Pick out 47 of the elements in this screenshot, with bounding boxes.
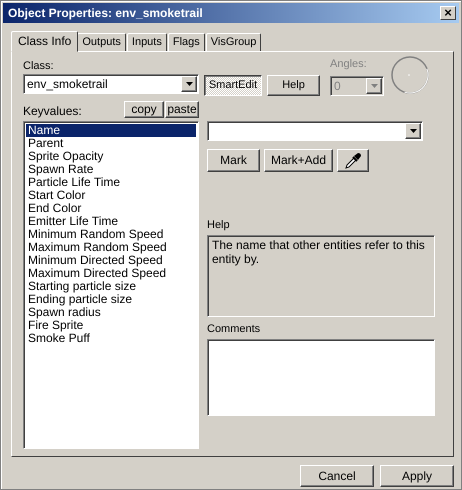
dialog-button[interactable]: Apply — [380, 465, 454, 487]
keyvalues-label: Keyvalues: — [23, 105, 82, 118]
window-title: Object Properties: env_smoketrail — [8, 6, 203, 20]
tab[interactable]: Outputs — [77, 33, 126, 51]
keyvalue-item[interactable]: Minimum Directed Speed — [26, 254, 196, 267]
keyvalue-item[interactable]: Name — [26, 124, 196, 137]
keyvalue-item[interactable]: Maximum Random Speed — [26, 241, 196, 254]
keyvalue-item[interactable]: Parent — [26, 137, 196, 150]
keyvalue-item[interactable]: Spawn radius — [26, 306, 196, 319]
paste-button[interactable]: paste — [165, 101, 199, 118]
caret-icon — [366, 78, 382, 94]
caret-icon — [181, 76, 197, 92]
keyvalue-item[interactable]: Sprite Opacity — [26, 150, 196, 163]
keyvalue-item[interactable]: Starting particle size — [26, 280, 196, 293]
keyvalue-item[interactable]: Particle Life Time — [26, 176, 196, 189]
class-label: Class: — [23, 60, 54, 72]
comments-field[interactable] — [207, 339, 435, 416]
tab[interactable]: VisGroup — [206, 33, 262, 51]
eyedropper-icon — [344, 152, 362, 170]
keyvalue-item[interactable]: Smoke Puff — [26, 332, 196, 345]
angle-dial-icon[interactable] — [390, 55, 430, 95]
keyvalue-item[interactable]: End Color — [26, 202, 196, 215]
help-button[interactable]: Help — [267, 75, 320, 96]
keyvalue-item[interactable]: Spawn Rate — [26, 163, 196, 176]
dialog-button[interactable]: Cancel — [300, 465, 374, 487]
keyvalue-item[interactable]: Minimum Random Speed — [26, 228, 196, 241]
help-label: Help — [207, 219, 230, 231]
value-dropdown[interactable] — [207, 121, 423, 141]
keyvalue-item[interactable]: Ending particle size — [26, 293, 196, 306]
comments-label: Comments — [207, 323, 260, 335]
caret-icon — [405, 123, 421, 139]
angles-label: Angles: — [330, 58, 367, 70]
tab[interactable]: Flags — [168, 33, 205, 51]
mark-button[interactable]: Mark — [207, 149, 260, 172]
copy-button[interactable]: copy — [124, 101, 164, 118]
smartedit-button[interactable]: SmartEdit — [204, 75, 262, 96]
keyvalue-item[interactable]: Start Color — [26, 189, 196, 202]
class-dropdown[interactable]: env_smoketrail — [23, 74, 199, 94]
tab[interactable]: Class Info — [11, 31, 78, 52]
keyvalue-item[interactable]: Maximum Directed Speed — [26, 267, 196, 280]
help-text: The name that other entities refer to this entity by. — [212, 238, 425, 266]
mark-button[interactable]: Mark+Add — [264, 149, 333, 172]
keyvalue-item[interactable]: Emitter Life Time — [26, 215, 196, 228]
close-button[interactable]: × — [440, 6, 456, 20]
keyvalue-item[interactable]: Fire Sprite — [26, 319, 196, 332]
tab[interactable]: Inputs — [126, 33, 167, 51]
eyedropper-button[interactable] — [337, 149, 369, 172]
